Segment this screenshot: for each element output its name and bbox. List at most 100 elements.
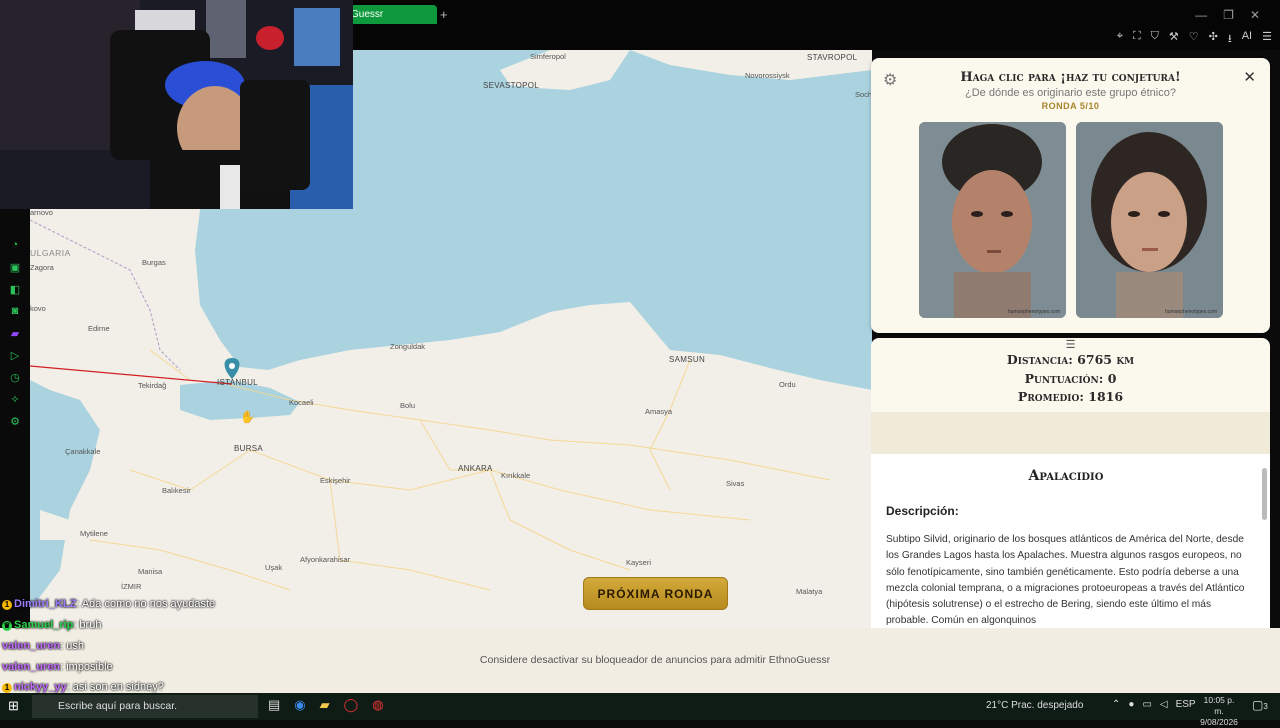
city-label: SEVASTOPOL [483, 81, 540, 90]
city-label: Sivas [726, 479, 745, 488]
chat-badge: ♛ [2, 621, 12, 631]
mic-icon[interactable]: ● [1128, 699, 1134, 710]
description-scrollbar[interactable] [1262, 468, 1267, 520]
history-icon[interactable]: ◷ [0, 366, 30, 388]
quiz-card: ⚙ Haga clic para ¡haz tu conjetura! ¿De … [871, 58, 1270, 333]
chat-message: ♛ Samuel_rip: bruh [2, 619, 101, 631]
close-icon[interactable]: ✕ [1243, 68, 1256, 86]
chat-text: : Ada como no nos ayudaste [76, 598, 216, 610]
windows-start-icon[interactable]: ⊞ [8, 698, 19, 714]
tag-icon[interactable]: ◧ [0, 278, 30, 300]
messenger-icon[interactable]: ◙ [0, 300, 30, 322]
clock-date: 9/08/2026 [1200, 717, 1238, 727]
system-tray: ⌃ ● ▭ ◁ ESP [1112, 699, 1196, 710]
chat-message: valen_uren: imposible [2, 661, 113, 673]
chat-username: valen_uren [2, 661, 61, 673]
description-label: Descripción: [886, 504, 959, 518]
extensions-icon[interactable]: ✧ [0, 388, 30, 410]
quiz-subtitle: ¿De dónde es originario este grupo étnic… [965, 87, 1176, 99]
recorder-icon[interactable]: ◍ [372, 697, 383, 713]
download-icon[interactable]: ⭳ [1228, 30, 1232, 49]
chevron-up-icon[interactable]: ⌃ [1112, 699, 1120, 710]
chat-text: : imposible [60, 661, 113, 673]
puzzle-icon[interactable]: ✣ [1209, 30, 1218, 49]
city-label: Balıkesir [162, 486, 191, 495]
city-label: Kırıkkale [501, 471, 531, 480]
minimize-icon[interactable]: — [1195, 8, 1207, 22]
city-label: Zagora [30, 263, 54, 272]
menu-icon[interactable]: ☰ [1262, 30, 1272, 49]
score-stat: Puntuación: 0 [1024, 371, 1117, 386]
chat-text: : asi son en sidney? [66, 681, 164, 693]
ethnic-group-title: Apalacidio [1028, 468, 1104, 484]
weather-widget[interactable]: 21°C Prac. despejado [986, 700, 1083, 711]
language-indicator[interactable]: ESP [1176, 699, 1196, 710]
task-view-icon[interactable]: ▤ [268, 697, 280, 713]
browser-tab[interactable]: Guessr [345, 5, 437, 24]
city-label: Eskişehir [320, 476, 351, 485]
drag-handle-icon[interactable]: ☰ [871, 338, 1270, 351]
shield-icon[interactable]: ⛉ [1151, 30, 1159, 49]
city-label: Kayseri [626, 558, 652, 567]
chat-message: 1 nickyy_yy: asi son en sidney? [2, 681, 164, 693]
city-label: Simferopol [530, 52, 566, 61]
city-label: Zonguldak [390, 342, 426, 351]
distance-stat: Distancia: 6765 km [1006, 352, 1135, 367]
chat-username: valen_uren [2, 640, 61, 652]
screenshot-icon[interactable]: ⛶ [1133, 30, 1141, 49]
notification-icon[interactable]: ▢3 [1252, 698, 1268, 712]
chat-badge: 1 [2, 683, 12, 693]
bag-icon[interactable]: ▣ [0, 256, 30, 278]
description-body: Subtipo Silvid, originario de los bosque… [886, 534, 1245, 627]
twitch-icon[interactable]: ▰ [0, 322, 30, 344]
chat-text: : ush [60, 640, 84, 652]
city-label: Mytilene [80, 529, 108, 538]
file-explorer-icon[interactable]: ▰ [320, 697, 330, 713]
city-label: İZMIR [121, 582, 142, 591]
volume-icon[interactable]: ◁ [1160, 699, 1168, 710]
guess-distance-line [30, 365, 233, 385]
ai-extension-button[interactable]: AI [1242, 30, 1252, 49]
city-label: Edirne [88, 324, 110, 333]
city-label: STAVROPOL [807, 53, 858, 62]
notification-count: 3 [1263, 702, 1268, 711]
taskbar-clock[interactable]: 10:05 p. m. 9/08/2026 [1198, 695, 1240, 728]
next-round-button[interactable]: PRÓXIMA RONDA [583, 577, 728, 610]
female-phenotype-photo: humanphenotypes.com [1076, 122, 1223, 318]
close-window-icon[interactable]: ✕ [1250, 8, 1260, 22]
opera-icon[interactable]: ◯ [344, 697, 359, 713]
copilot-icon[interactable]: ◉ [294, 697, 305, 713]
guess-marker[interactable] [224, 358, 240, 379]
page-footer: Considere desactivar su bloqueador de an… [0, 628, 1280, 693]
city-label: Malatya [796, 587, 823, 596]
city-label: ISTANBUL [217, 378, 258, 387]
chat-text: : bruh [73, 619, 102, 631]
chat-username: Samuel_rip [14, 619, 74, 631]
city-label: Kocaeli [289, 398, 314, 407]
heart-icon[interactable]: ♡ [1189, 30, 1199, 49]
settings-icon[interactable]: ⚙ [0, 410, 30, 432]
network-icon[interactable]: ▭ [1142, 699, 1151, 710]
city-label: arnovo [30, 208, 53, 217]
quiz-title: Haga clic para ¡haz tu conjetura! [960, 70, 1181, 85]
pin-icon[interactable]: ⌖ [1117, 30, 1123, 49]
new-tab-button[interactable]: + [440, 7, 448, 22]
browser-toolbar: ⌖ ⛶ ⛉ ⚒ ♡ ✣ ⭳ AI ☰ [1117, 30, 1272, 49]
webcam-overlay [0, 0, 353, 209]
city-label: kovo [30, 304, 46, 313]
photo-caption: humanphenotypes.com [1008, 309, 1060, 315]
city-label: Uşak [265, 563, 283, 572]
tools-icon[interactable]: ⚒ [1169, 30, 1179, 49]
taskbar-search-input[interactable]: Escribe aquí para buscar. [32, 695, 258, 718]
city-label: Çanakkale [65, 447, 101, 456]
city-label: BURSA [234, 444, 264, 453]
restore-icon[interactable]: ❐ [1223, 8, 1234, 22]
description-card: Apalacidio Descripción: Subtipo Silvid, … [871, 454, 1270, 628]
speed-dial-icon[interactable]: ◔ [0, 234, 30, 256]
city-label: Manisa [138, 567, 163, 576]
chat-message: valen_uren: ush [2, 640, 84, 652]
city-label: ANKARA [458, 464, 493, 473]
taskbar-apps: ▤ ◉ ▰ ◯ ◍ [268, 697, 384, 713]
window-controls: — ❐ ✕ [1195, 8, 1260, 22]
play-icon[interactable]: ▷ [0, 344, 30, 366]
